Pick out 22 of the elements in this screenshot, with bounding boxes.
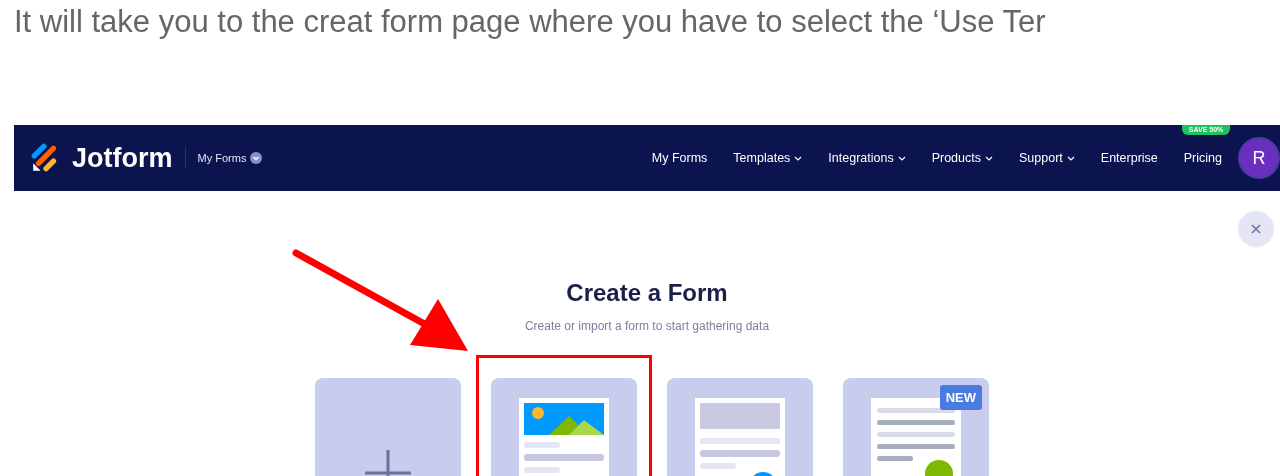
logo-text: Jotform <box>72 142 173 174</box>
chevron-down-icon <box>250 152 263 164</box>
nav-menu[interactable]: Integrations <box>828 151 906 165</box>
close-button[interactable] <box>1238 211 1274 247</box>
workspace-link[interactable]: My Forms <box>197 152 247 164</box>
nav-menu[interactable]: Templates <box>733 151 803 165</box>
caret-icon <box>985 155 993 161</box>
document-option[interactable]: NEW <box>843 378 989 476</box>
caret-icon <box>1066 155 1075 161</box>
new-badge: NEW <box>939 385 982 410</box>
dialog-subtitle: Create or import a form to start gathering data <box>523 319 771 333</box>
nav-link[interactable]: My Forms <box>651 151 708 165</box>
dialog-title: Create a Form <box>565 279 729 307</box>
user-avatar[interactable]: R <box>1238 137 1280 179</box>
nav-link[interactable]: Enterprise <box>1100 151 1158 165</box>
caret-icon <box>794 155 803 161</box>
close-icon <box>1250 223 1262 235</box>
nav-menu[interactable]: Products <box>931 151 993 165</box>
caption-text: It will take you to the creat form page where you have to select the ‘Use Ter <box>13 3 1047 41</box>
nav-link[interactable]: Pricing <box>1183 151 1222 165</box>
caret-icon <box>897 155 906 161</box>
nav-menu[interactable]: Support <box>1019 151 1075 165</box>
